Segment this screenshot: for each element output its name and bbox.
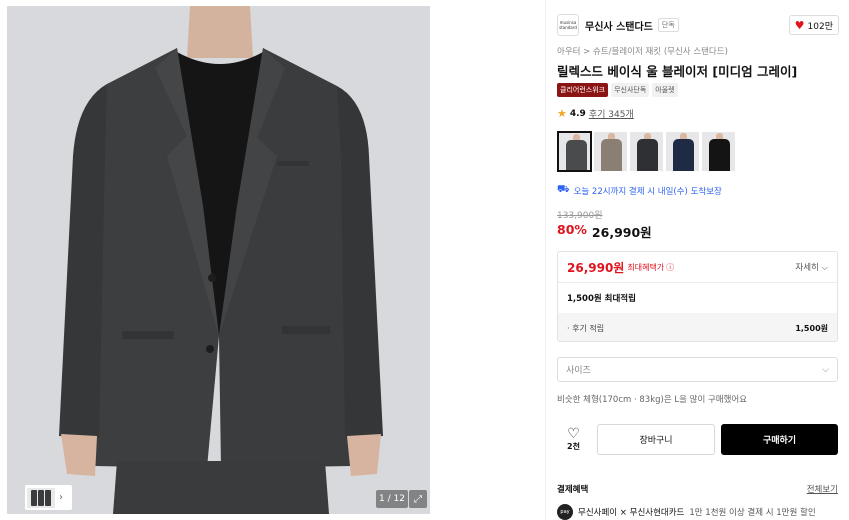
product-photo bbox=[7, 6, 430, 514]
add-to-cart-button[interactable]: 장바구니 bbox=[597, 423, 715, 455]
delivery-info: ⛟ 오늘 22시까지 결제 시 내일(수) 도착보장 bbox=[557, 184, 722, 197]
review-points-amount: 1,500원 bbox=[795, 323, 828, 333]
rating-score: 4.9 bbox=[569, 108, 586, 119]
product-image-gallery[interactable]: › 1 / 12 ⤢ bbox=[7, 6, 430, 514]
delivery-text: 오늘 22시까지 결제 시 내일(수) 도착보장 bbox=[573, 186, 722, 197]
sale-price: 26,990원 bbox=[591, 225, 652, 240]
brand-exclusive-tag: 단독 bbox=[657, 18, 679, 32]
review-link[interactable]: 후기 345개 bbox=[589, 107, 634, 120]
original-price: 133,900원 bbox=[557, 211, 603, 221]
product-badges: 클리어런스위크 무신사단독 아울렛 bbox=[557, 83, 678, 97]
size-placeholder: 사이즈 bbox=[566, 366, 591, 376]
max-benefit-label: 최대혜택가 bbox=[627, 262, 665, 272]
review-points-label: · 후기 적립 bbox=[567, 323, 605, 333]
color-swatch-4[interactable] bbox=[701, 131, 736, 172]
thumbnail-strip[interactable]: › bbox=[25, 485, 72, 510]
buy-now-button[interactable]: 구매하기 bbox=[721, 423, 838, 455]
color-swatch-1[interactable] bbox=[593, 131, 628, 172]
thumbnail-image[interactable] bbox=[27, 487, 55, 508]
review-points-row: · 후기 적립 1,500원 bbox=[558, 313, 837, 341]
like-button[interactable]: ♥ 102만 bbox=[788, 15, 839, 35]
like-count: 102만 bbox=[807, 21, 833, 32]
max-benefit-header[interactable]: 26,990원 최대혜택가 ⓘ 자세히 ⌵ bbox=[558, 252, 837, 283]
color-swatch-2[interactable] bbox=[629, 131, 664, 172]
expand-icon[interactable]: ⤢ bbox=[409, 490, 427, 508]
badge-clearance: 클리어런스위크 bbox=[557, 83, 609, 97]
brand-name[interactable]: 무신사 스탠다드 bbox=[585, 18, 653, 33]
detail-label: 자세히 bbox=[795, 263, 819, 273]
color-swatch-0[interactable] bbox=[557, 131, 592, 172]
truck-icon: ⛟ bbox=[557, 184, 570, 195]
breadcrumb[interactable]: 아우터 > 슈트/블레이저 재킷 (무신사 스탠다드) bbox=[557, 45, 728, 57]
wishlist-button[interactable]: ♡ 2천 bbox=[557, 427, 590, 452]
heart-icon: ♥ bbox=[794, 18, 805, 32]
max-benefit-box: 26,990원 최대혜택가 ⓘ 자세히 ⌵ 1,500원 최대적립 · 후기 적… bbox=[557, 251, 838, 342]
chevron-down-icon: ⌵ bbox=[821, 263, 828, 273]
heart-outline-icon: ♡ bbox=[567, 425, 580, 442]
size-select[interactable]: 사이즈 ⌵ bbox=[557, 357, 838, 382]
brand-row: musinsa standard 무신사 스탠다드 단독 ♥ 102만 bbox=[557, 14, 839, 36]
star-icon: ★ bbox=[557, 107, 567, 120]
musinsa-pay-logo: pay bbox=[557, 504, 573, 520]
purchase-actions: ♡ 2천 장바구니 구매하기 bbox=[557, 423, 838, 455]
badge-exclusive: 무신사단독 bbox=[611, 83, 650, 97]
max-points-row: 1,500원 최대적립 bbox=[567, 294, 636, 304]
image-counter: 1 / 12 bbox=[376, 490, 408, 508]
badge-outlet: 아울렛 bbox=[652, 83, 678, 97]
brand-logo[interactable]: musinsa standard bbox=[557, 14, 579, 36]
max-benefit-price: 26,990원 bbox=[567, 260, 625, 275]
color-swatches bbox=[557, 131, 736, 172]
price-row: 80% 26,990원 bbox=[557, 222, 652, 241]
view-all-link[interactable]: 전체보기 bbox=[807, 483, 838, 495]
payment-benefits-title: 결제혜택 bbox=[557, 485, 589, 495]
size-recommendation: 비슷한 체형(170cm · 83kg)은 L을 많이 구매했어요 bbox=[557, 395, 748, 405]
rating: ★ 4.9 후기 345개 bbox=[557, 107, 634, 120]
info-icon[interactable]: ⓘ bbox=[666, 262, 674, 273]
payment-benefit-desc: 1만 1천원 이상 결제 시 1만원 할인 bbox=[689, 508, 816, 518]
color-swatch-3[interactable] bbox=[665, 131, 700, 172]
discount-rate: 80% bbox=[557, 222, 587, 237]
chevron-right-icon[interactable]: › bbox=[59, 492, 63, 503]
payment-benefit-name: 무신사페이 × 무신사현대카드 bbox=[578, 508, 685, 518]
payment-benefits-header: 결제혜택 전체보기 bbox=[557, 483, 838, 495]
payment-benefit-item: pay 무신사페이 × 무신사현대카드 1만 1천원 이상 결제 시 1만원 할… bbox=[557, 504, 816, 520]
product-title: 릴렉스드 베이식 울 블레이저 [미디엄 그레이] bbox=[557, 64, 798, 79]
product-info-panel: musinsa standard 무신사 스탠다드 단독 ♥ 102만 아우터 … bbox=[545, 0, 849, 520]
wishlist-count: 2천 bbox=[567, 441, 580, 451]
detail-toggle[interactable]: 자세히 ⌵ bbox=[795, 261, 828, 273]
chevron-down-icon: ⌵ bbox=[822, 364, 829, 375]
